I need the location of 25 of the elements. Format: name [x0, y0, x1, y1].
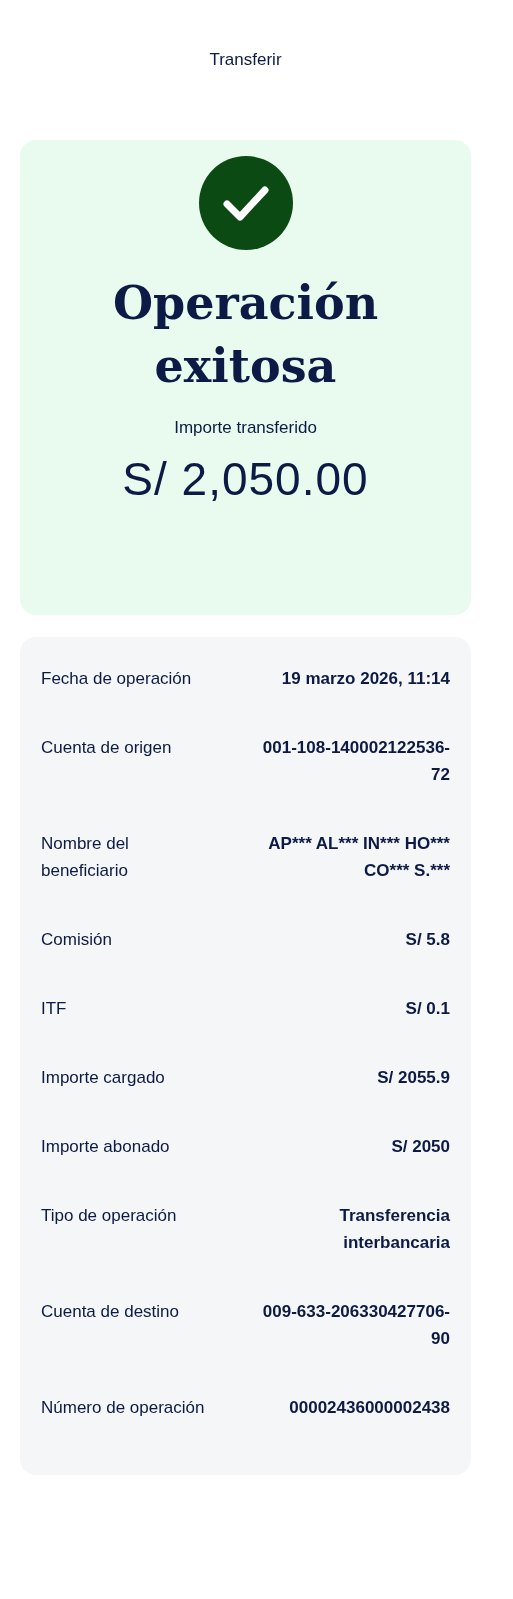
- detail-label: Tipo de operación: [41, 1205, 178, 1227]
- detail-label: Cuenta de destino: [41, 1301, 180, 1323]
- amount-label: Importe transferido: [174, 418, 317, 438]
- detail-value: 001-108-140002122536-72: [261, 737, 450, 786]
- detail-label: Fecha de operación: [41, 668, 193, 690]
- detail-value: 19 marzo 2026, 11:14: [281, 668, 450, 690]
- detail-value: S/ 2055.9: [377, 1067, 450, 1089]
- detail-value: S/ 5.8: [405, 929, 450, 951]
- result-heading: Operación exitosa: [111, 275, 380, 395]
- detail-value: S/ 2050: [391, 1136, 450, 1158]
- detail-value: 009-633-206330427706-90: [261, 1301, 450, 1350]
- page-title: Transferir: [208, 49, 283, 71]
- detail-label: Número de operación: [41, 1397, 206, 1419]
- detail-label: Nombre del beneficiario: [41, 833, 130, 882]
- detail-label: Importe cargado: [41, 1067, 166, 1089]
- detail-label: Comisión: [41, 929, 113, 951]
- detail-value: AP*** AL*** IN*** HO*** CO*** S.***: [267, 833, 450, 882]
- detail-value: 00002436000002438: [289, 1397, 450, 1419]
- amount-value: S/ 2,050.00: [122, 452, 369, 506]
- detail-value: Transferencia interbancaria: [338, 1205, 450, 1254]
- detail-value: S/ 0.1: [405, 998, 450, 1020]
- detail-label: ITF: [41, 998, 68, 1020]
- checkmark-icon: [198, 156, 293, 250]
- detail-label: Cuenta de origen: [41, 737, 173, 759]
- detail-label: Importe abonado: [41, 1136, 171, 1158]
